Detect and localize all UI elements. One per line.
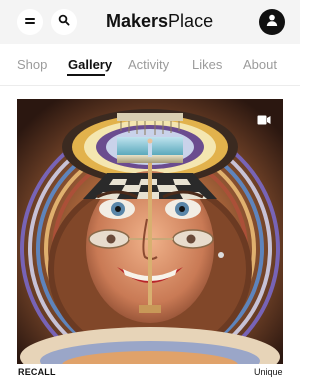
edition-label: Unique — [254, 367, 283, 377]
artwork-title[interactable]: RECALL — [18, 367, 56, 377]
gallery-tabs: Shop Gallery Activity Likes About — [0, 44, 300, 86]
logo-text-light: Place — [168, 11, 214, 31]
video-icon — [257, 112, 271, 130]
account-icon — [265, 13, 279, 32]
artwork-image[interactable] — [17, 99, 283, 364]
active-tab-indicator — [67, 74, 105, 76]
app-header: MakersPlace — [0, 0, 300, 44]
tab-activity[interactable]: Activity — [128, 57, 169, 72]
makersplace-logo[interactable]: MakersPlace — [106, 11, 213, 32]
search-button[interactable] — [51, 9, 77, 35]
menu-icon — [24, 13, 36, 31]
tab-about[interactable]: About — [243, 57, 277, 72]
tab-shop[interactable]: Shop — [17, 57, 47, 72]
menu-button[interactable] — [17, 9, 43, 35]
logo-text-bold: Makers — [106, 11, 169, 31]
tab-gallery[interactable]: Gallery — [68, 57, 112, 72]
account-button[interactable] — [259, 9, 285, 35]
tab-likes[interactable]: Likes — [192, 57, 222, 72]
search-icon — [58, 13, 70, 31]
